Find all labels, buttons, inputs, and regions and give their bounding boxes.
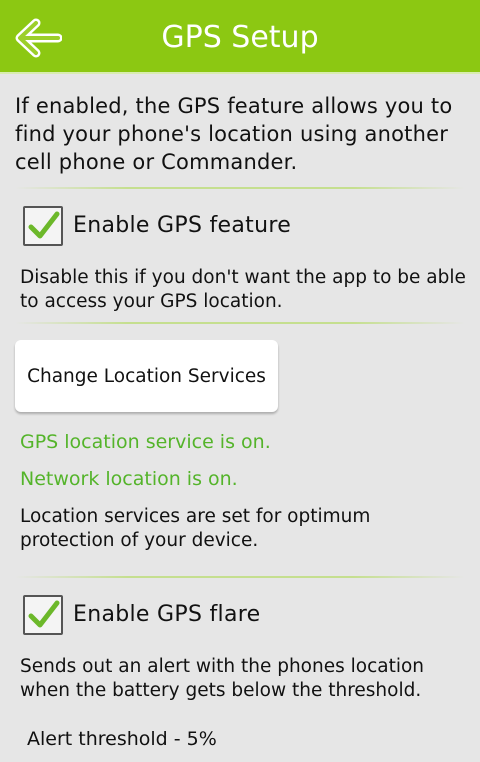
gps-status-text: GPS location service is on.: [20, 431, 271, 453]
change-location-services-button[interactable]: Change Location Services: [15, 340, 278, 412]
gps-feature-description: Disable this if you don't want the app t…: [20, 267, 466, 312]
enable-gps-flare-label[interactable]: Enable GPS flare: [73, 601, 260, 629]
alert-threshold-label[interactable]: Alert threshold - 5%: [27, 727, 217, 751]
intro-text: If enabled, the GPS feature allows you t…: [15, 94, 453, 174]
enable-gps-feature-label[interactable]: Enable GPS feature: [73, 212, 291, 240]
divider: [15, 187, 465, 189]
enable-gps-feature-checkbox[interactable]: [23, 206, 63, 246]
enable-gps-flare-checkbox[interactable]: [23, 595, 63, 635]
divider: [15, 576, 465, 578]
divider: [15, 322, 465, 324]
checkmark-icon: [28, 600, 60, 628]
page-title: GPS Setup: [161, 20, 319, 55]
location-services-summary: Location services are set for optimum pr…: [20, 506, 371, 551]
network-status-text: Network location is on.: [20, 468, 238, 490]
checkmark-icon: [28, 211, 60, 239]
gps-flare-description: Sends out an alert with the phones locat…: [20, 656, 425, 701]
header-bar: GPS Setup: [0, 0, 480, 74]
